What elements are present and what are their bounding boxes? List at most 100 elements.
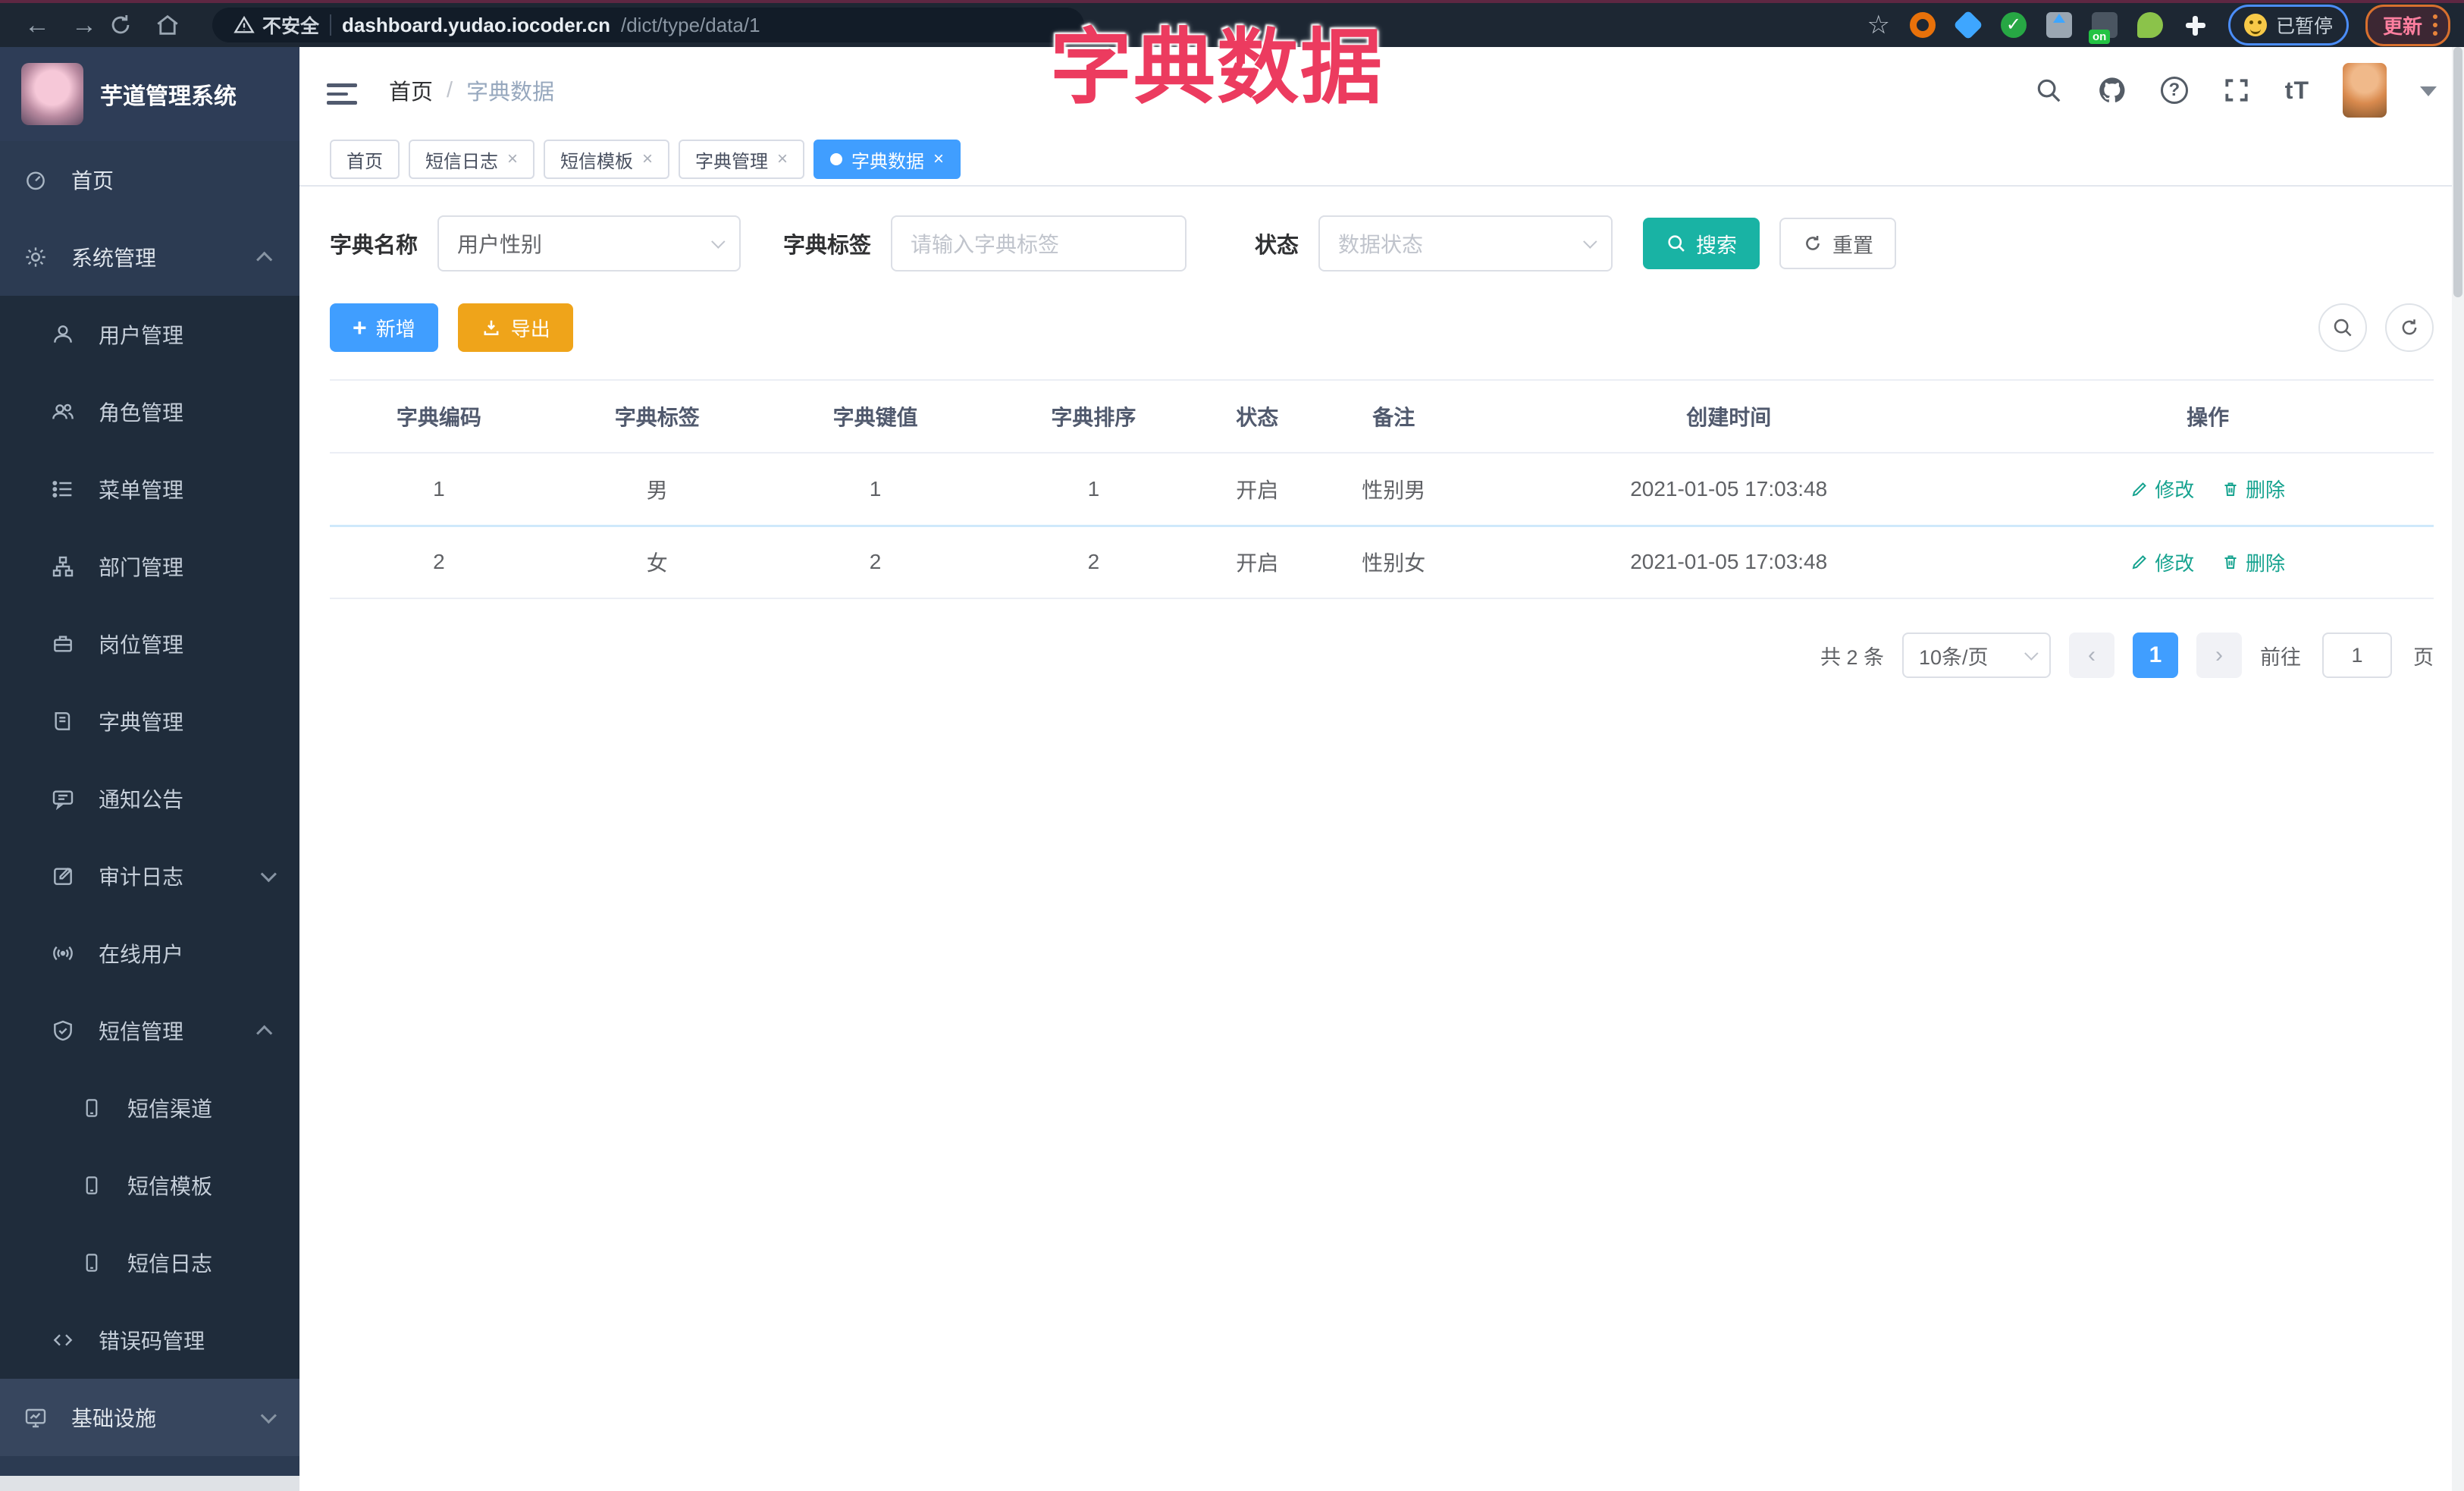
sidebar-item-infrastructure[interactable]: 基础设施 [0, 1379, 299, 1456]
page-scrollbar[interactable] [2452, 47, 2464, 1491]
pencil-icon [2132, 555, 2147, 570]
close-icon[interactable]: × [933, 149, 944, 170]
security-label: 不安全 [262, 16, 320, 37]
dictionary-book-icon [50, 708, 76, 734]
sidebar-item-department-management[interactable]: 部门管理 [0, 528, 299, 605]
tag-views-bar: 首页 短信日志 × 短信模板 × 字典管理 × 字典数据 × [299, 133, 2464, 187]
sidebar-item-role-management[interactable]: 角色管理 [0, 373, 299, 450]
page-size-select[interactable]: 10条/页 [1902, 632, 2051, 678]
fullscreen-icon[interactable] [2221, 75, 2252, 105]
forward-icon[interactable]: → [61, 12, 108, 38]
dict-data-table: 字典编码 字典标签 字典键值 字典排序 状态 备注 创建时间 操作 1 男 1 … [330, 379, 2434, 599]
next-page-button[interactable]: › [2196, 632, 2242, 678]
edit-link[interactable]: 修改 [2130, 475, 2194, 503]
search-icon[interactable] [2033, 75, 2064, 105]
col-dict-value: 字典键值 [766, 380, 985, 454]
bookmark-star-icon[interactable]: ☆ [1867, 10, 1889, 40]
trash-icon [2224, 555, 2237, 569]
extension-icon-blue-gem[interactable] [1953, 10, 1983, 40]
sidebar-item-audit-log[interactable]: 审计日志 [0, 837, 299, 915]
back-icon[interactable]: ← [14, 12, 61, 38]
sidebar-item-post-management[interactable]: 岗位管理 [0, 605, 299, 683]
status-label: 状态 [1255, 234, 1299, 258]
sidebar-item-sms-management[interactable]: 短信管理 [0, 992, 299, 1069]
shield-check-icon [50, 1018, 76, 1044]
show-search-toggle-button[interactable] [2318, 303, 2367, 352]
dict-label-input[interactable]: 请输入字典标签 [891, 215, 1187, 272]
extension-icon-on-switch[interactable]: on [2088, 12, 2118, 44]
browser-menu-icon[interactable] [2433, 14, 2437, 36]
sidebar-item-sms-log[interactable]: 短信日志 [0, 1224, 299, 1301]
dict-name-select[interactable]: 用户性别 [437, 215, 741, 272]
sidebar-item-sms-channel[interactable]: 短信渠道 [0, 1069, 299, 1147]
search-icon [2334, 319, 2352, 337]
sidebar-item-notice-announcement[interactable]: 通知公告 [0, 760, 299, 837]
extension-icon-green-leaf[interactable] [2136, 12, 2163, 38]
goto-page-input[interactable] [2322, 632, 2392, 678]
extension-icon-green-check[interactable]: ✓ [2000, 12, 2027, 38]
extension-icon-gray-tool[interactable] [2045, 12, 2072, 38]
scrollbar-thumb[interactable] [2453, 47, 2462, 297]
github-icon[interactable] [2097, 75, 2127, 105]
extension-icon-orange-ring[interactable] [1909, 12, 1936, 38]
font-size-icon[interactable]: tT [2285, 77, 2309, 105]
col-remark: 备注 [1312, 380, 1476, 454]
delete-link[interactable]: 删除 [2221, 548, 2285, 576]
current-page-button[interactable]: 1 [2133, 632, 2178, 678]
plus-icon: + [353, 314, 367, 341]
profile-paused-chip[interactable]: 已暂停 [2227, 5, 2349, 46]
sidebar-collapse-icon[interactable] [327, 78, 357, 105]
search-button[interactable]: 搜索 [1643, 218, 1760, 269]
briefcase-icon [50, 631, 76, 657]
pencil-icon [2132, 482, 2147, 496]
status-select[interactable]: 数据状态 [1318, 215, 1613, 272]
sidebar-item-system-management[interactable]: 系统管理 [0, 218, 299, 296]
tab-dict-data[interactable]: 字典数据 × [813, 140, 961, 179]
breadcrumb-home[interactable]: 首页 [389, 74, 433, 106]
app-logo-row[interactable]: 芋道管理系统 [0, 47, 299, 141]
tab-home[interactable]: 首页 [330, 140, 400, 179]
export-button[interactable]: 导出 [457, 303, 573, 352]
home-icon[interactable] [155, 12, 202, 38]
address-bar[interactable]: 不安全 dashboard.yudao.iocoder.cn/dict/type… [212, 8, 1084, 42]
sidebar-item-dict-management[interactable]: 字典管理 [0, 683, 299, 760]
app-logo-image [21, 63, 83, 125]
dict-name-label: 字典名称 [330, 234, 419, 258]
close-icon[interactable]: × [507, 149, 518, 170]
prev-page-button[interactable]: ‹ [2069, 632, 2114, 678]
page-content: 字典名称 用户性别 字典标签 请输入字典标签 状态 数据状态 搜索 重置 + 新… [299, 187, 2464, 1491]
address-divider [330, 14, 332, 36]
audit-log-icon [50, 863, 76, 889]
sidebar-bottom-strip [0, 1476, 299, 1491]
close-icon[interactable]: × [642, 149, 653, 170]
add-button[interactable]: + 新增 [330, 303, 438, 352]
sidebar-item-home[interactable]: 首页 [0, 141, 299, 218]
extension-icons: ✓ on [1909, 10, 2209, 44]
sidebar-item-sms-template[interactable]: 短信模板 [0, 1147, 299, 1224]
reset-button[interactable]: 重置 [1779, 218, 1897, 269]
breadcrumb-current: 字典数据 [466, 80, 555, 105]
table-header-row: 字典编码 字典标签 字典键值 字典排序 状态 备注 创建时间 操作 [330, 380, 2434, 454]
delete-link[interactable]: 删除 [2221, 475, 2285, 503]
phone-icon [79, 1095, 105, 1121]
avatar-caret-icon[interactable] [2420, 86, 2437, 105]
security-warning[interactable]: 不安全 [234, 11, 319, 39]
page-title-annotation: 字典数据 [1050, 21, 1384, 113]
refresh-table-button[interactable] [2385, 303, 2434, 352]
tab-sms-template[interactable]: 短信模板 × [544, 140, 670, 179]
col-status: 状态 [1202, 380, 1312, 454]
edit-link[interactable]: 修改 [2130, 548, 2194, 576]
reload-icon[interactable] [108, 12, 155, 38]
sidebar-item-user-management[interactable]: 用户管理 [0, 296, 299, 373]
tab-dict-management[interactable]: 字典管理 × [679, 140, 805, 179]
browser-update-button[interactable]: 更新 [2365, 4, 2450, 46]
close-icon[interactable]: × [777, 149, 788, 170]
sidebar-item-menu-management[interactable]: 菜单管理 [0, 450, 299, 528]
extensions-puzzle-icon[interactable] [2183, 12, 2209, 38]
sidebar-item-online-users[interactable]: 在线用户 [0, 915, 299, 992]
user-avatar[interactable] [2343, 63, 2387, 118]
tab-sms-log[interactable]: 短信日志 × [409, 140, 535, 179]
help-icon[interactable]: ? [2160, 77, 2188, 104]
sidebar-item-error-code-management[interactable]: 错误码管理 [0, 1301, 299, 1379]
col-dict-label: 字典标签 [547, 380, 766, 454]
